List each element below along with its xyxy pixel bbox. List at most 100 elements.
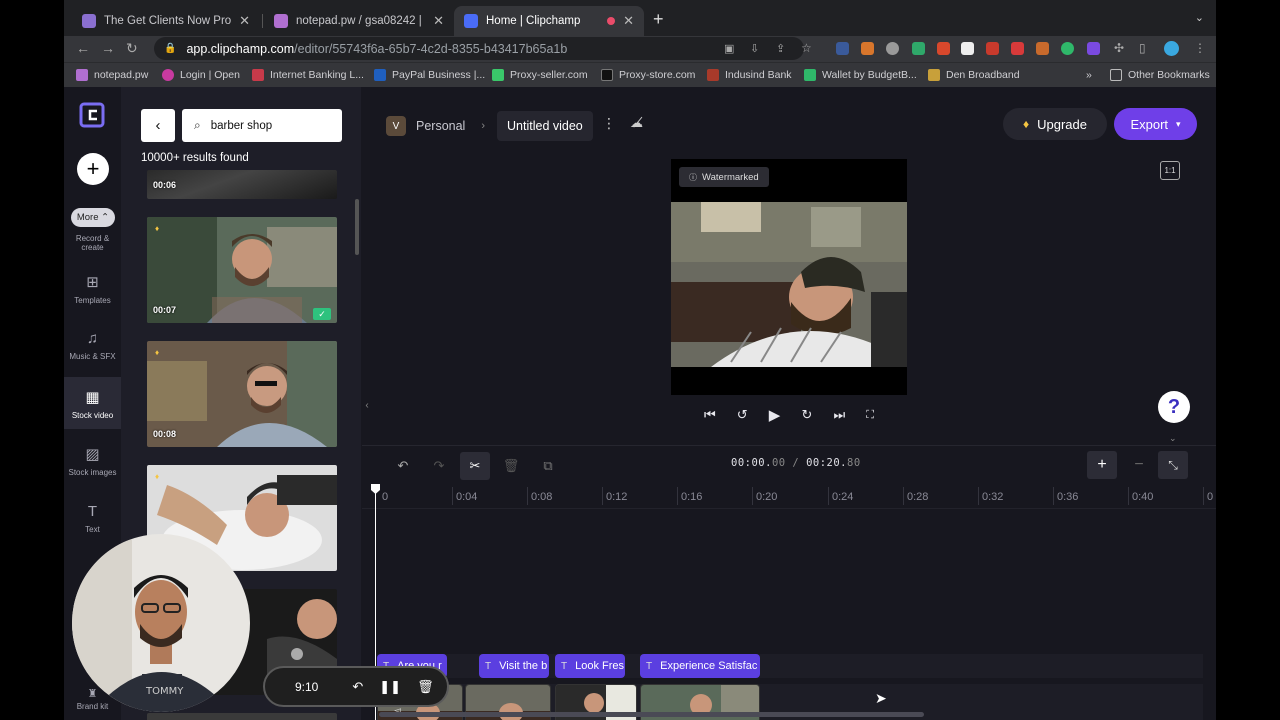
zoom-in-button[interactable]: + [1087, 451, 1117, 479]
video-thumbnail[interactable]: ♦ 00:07 ✓ [147, 217, 337, 323]
redo-icon[interactable]: ↷ [424, 452, 454, 480]
timeline-scrollbar[interactable] [379, 712, 924, 717]
upgrade-button[interactable]: ♦ Upgrade [1003, 108, 1107, 140]
rewind-5-icon[interactable]: ↺ [737, 407, 748, 423]
bookmark-item[interactable]: Proxy-seller.com [492, 69, 588, 81]
ruler-line [602, 487, 603, 505]
export-button[interactable]: Export ▾ [1114, 108, 1197, 140]
panel-scrollbar[interactable] [355, 199, 359, 255]
rail-item-templates[interactable]: ⊞ Templates [64, 273, 121, 313]
rail-item-stock-video[interactable]: ▦ Stock video [64, 377, 121, 429]
tab-clipchamp[interactable]: Home | Clipchamp ✕ [454, 6, 644, 36]
back-arrow-icon[interactable]: ← [76, 40, 90, 56]
other-bookmarks[interactable]: Other Bookmarks [1110, 69, 1210, 81]
fit-timeline-button[interactable]: ⤡ [1158, 451, 1188, 479]
breadcrumb: V Personal › Untitled video [386, 111, 593, 141]
video-title[interactable]: Untitled video [497, 111, 593, 141]
rail-item-music-sfx[interactable]: ♫ Music & SFX [64, 330, 121, 370]
rail-item-record-create[interactable]: Record & create [64, 234, 121, 252]
skip-start-icon[interactable]: ⏮ [704, 407, 716, 423]
extension-icon[interactable] [861, 42, 874, 55]
bookmark-item[interactable]: Wallet by BudgetB... [804, 69, 917, 81]
bookmark-item[interactable]: Login | Open [162, 69, 240, 81]
add-media-button[interactable]: + [77, 153, 109, 185]
delete-icon[interactable]: 🗑 [496, 452, 526, 480]
watermark-badge: ⓘ Watermarked [679, 167, 769, 187]
aspect-ratio-button[interactable]: 1:1 [1160, 161, 1180, 180]
undo-icon[interactable]: ↶ [388, 452, 418, 480]
duplicate-icon[interactable]: ⧉ [533, 452, 563, 480]
bookmark-item[interactable]: Indusind Bank [707, 69, 792, 81]
cloud-off-icon[interactable]: ☁̸ [630, 115, 643, 131]
profile-avatar[interactable] [1164, 41, 1179, 56]
bookmark-item[interactable]: Den Broadband [928, 69, 1020, 81]
bookmarks-bar: notepad.pw Login | Open Internet Banking… [64, 62, 1216, 87]
video-thumbnail[interactable] [147, 713, 337, 720]
more-button[interactable]: More ⌃ [71, 208, 115, 227]
video-thumbnail[interactable]: ♦ 00:08 [147, 341, 337, 447]
ruler-line [978, 487, 979, 505]
tab-get-clients[interactable]: The Get Clients Now Program ✕ [72, 6, 260, 36]
extension-icon[interactable] [912, 42, 925, 55]
extension-icon[interactable] [1087, 42, 1100, 55]
chevron-right-icon: › [481, 120, 486, 132]
menu-dots-icon[interactable]: ⋮ [1194, 41, 1206, 55]
extension-icon[interactable] [961, 42, 974, 55]
extension-icon[interactable] [886, 42, 899, 55]
extension-icon[interactable] [1011, 42, 1024, 55]
zoom-out-button[interactable]: − [1124, 451, 1154, 479]
restart-recording-icon[interactable]: ↶ [352, 679, 363, 695]
video-preview[interactable]: ⓘ Watermarked [671, 159, 907, 395]
text-clip[interactable]: T Experience Satisfac [640, 654, 760, 678]
tab-notepad[interactable]: notepad.pw / gsa08242 | The n ✕ [264, 6, 454, 36]
collapse-panel-button[interactable]: ‹ [361, 387, 373, 423]
play-icon[interactable]: ▶ [769, 406, 781, 424]
close-icon[interactable]: ✕ [623, 13, 634, 29]
new-tab-button[interactable]: + [653, 9, 664, 30]
chevron-down-icon[interactable]: ⌄ [1169, 433, 1177, 444]
forward-5-icon[interactable]: ↻ [801, 407, 812, 423]
video-thumbnail[interactable]: 00:06 [147, 170, 337, 199]
close-icon[interactable]: ✕ [239, 13, 250, 29]
folder-icon [1110, 69, 1122, 81]
puzzle-icon[interactable]: ✣ [1114, 41, 1124, 55]
back-button[interactable]: ‹ [141, 109, 175, 142]
recording-timer: 9:10 [295, 679, 319, 694]
bookmark-star-icon[interactable]: ☆ [801, 41, 812, 55]
fullscreen-icon[interactable]: ⛶ [866, 409, 874, 422]
tab-search-icon[interactable]: ⌄ [1195, 11, 1204, 24]
text-clip[interactable]: T Look Fres [555, 654, 625, 678]
text-clip[interactable]: T Visit the b [479, 654, 549, 678]
close-icon[interactable]: ✕ [433, 13, 444, 29]
pause-icon[interactable]: ❚❚ [379, 679, 401, 695]
bookmark-item[interactable]: Internet Banking L... [252, 69, 364, 81]
bookmarks-overflow-button[interactable]: » [1086, 69, 1092, 81]
bookmark-item[interactable]: notepad.pw [76, 69, 148, 81]
camera-icon[interactable]: ▣ [724, 42, 734, 55]
extension-icon[interactable] [1036, 42, 1049, 55]
playback-controls: ⏮ ↺ ▶ ↻ ⏭ ⛶ [704, 405, 874, 425]
skip-end-icon[interactable]: ⏭ [833, 407, 845, 423]
rail-item-text[interactable]: T Text [64, 503, 121, 543]
install-icon[interactable]: ⇩ [750, 42, 759, 55]
more-options-icon[interactable]: ⋮ [602, 115, 616, 132]
search-box[interactable]: ⌕ [182, 109, 342, 142]
bookmark-item[interactable]: PayPal Business |... [374, 69, 485, 81]
bookmark-item[interactable]: Proxy-store.com [601, 69, 695, 81]
address-bar[interactable]: 🔒 app.clipchamp.com/editor/55743f6a-65b7… [154, 37, 804, 60]
extension-icon[interactable] [836, 42, 849, 55]
sidebar-icon[interactable]: ▯ [1139, 41, 1146, 55]
workspace-name[interactable]: Personal [416, 119, 465, 133]
extension-icon[interactable] [986, 42, 999, 55]
search-input[interactable] [210, 119, 321, 132]
split-scissors-icon[interactable]: ✂ [460, 452, 490, 480]
reload-icon[interactable]: ↻ [126, 40, 138, 57]
workspace-avatar[interactable]: V [386, 116, 406, 136]
help-button[interactable]: ? [1158, 391, 1190, 423]
discard-recording-icon[interactable]: 🗑 [417, 679, 434, 695]
rail-item-stock-images[interactable]: ▨ Stock images [64, 445, 121, 485]
grammarly-icon[interactable] [1061, 42, 1074, 55]
forward-arrow-icon[interactable]: → [101, 40, 115, 56]
share-icon[interactable]: ⇪ [776, 42, 785, 55]
extension-icon[interactable] [937, 42, 950, 55]
